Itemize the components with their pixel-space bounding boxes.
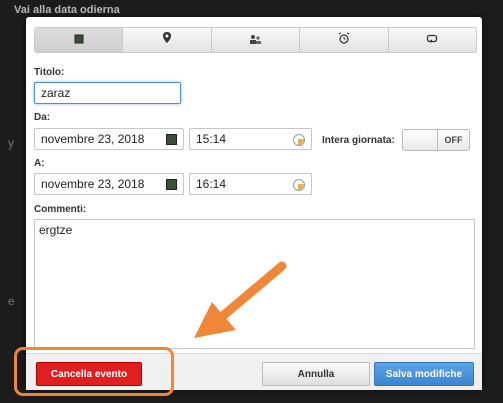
annotation-highlight — [14, 347, 174, 396]
annotation-arrow — [194, 261, 287, 338]
